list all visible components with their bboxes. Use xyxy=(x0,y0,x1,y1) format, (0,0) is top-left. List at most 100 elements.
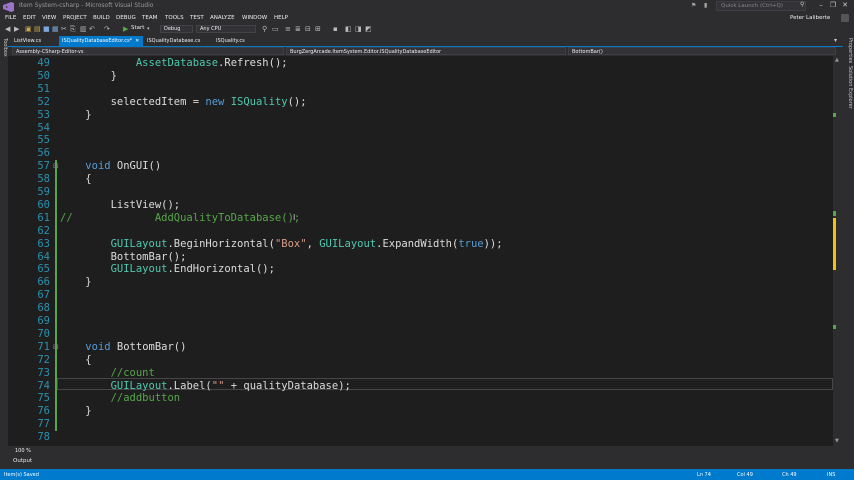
output-tab[interactable]: Output xyxy=(13,458,32,464)
code-line[interactable]: 76 } xyxy=(8,405,833,419)
save-all-icon[interactable]: ▦ xyxy=(52,25,59,33)
toggle-bookmark-icon[interactable]: ▪ xyxy=(333,25,338,33)
menu-debug[interactable]: DEBUG xyxy=(116,15,136,21)
properties-label[interactable]: Properties xyxy=(847,38,853,63)
code-line[interactable]: 63 GUILayout.BeginHorizontal("Box", GUIL… xyxy=(8,237,833,251)
menu-analyze[interactable]: ANALYZE xyxy=(210,15,235,21)
code-line[interactable]: 52 selectedItem = new ISQuality(); xyxy=(8,96,833,109)
notifications-icon[interactable]: ▮ xyxy=(704,2,707,9)
feedback-flag-icon[interactable]: ⚑ xyxy=(691,2,696,9)
code-line[interactable]: 66 } xyxy=(8,276,833,290)
code-line[interactable]: 65 GUILayout.EndHorizontal(); xyxy=(8,263,833,277)
code-text[interactable]: } xyxy=(60,276,91,289)
code-text[interactable]: void OnGUI() xyxy=(60,160,161,173)
code-text[interactable]: GUILayout.EndHorizontal(); xyxy=(60,263,275,276)
code-line[interactable]: 69 xyxy=(8,315,833,328)
code-text[interactable]: } xyxy=(60,405,91,418)
solution-explorer-label[interactable]: Solution Explorer xyxy=(847,66,853,109)
code-text[interactable]: // AddQualityToDatabase(); xyxy=(60,212,300,225)
bookmark-icon[interactable]: ▭ xyxy=(272,25,279,33)
tab-isquality[interactable]: ISQuality.cs xyxy=(213,36,258,46)
prev-bookmark-icon[interactable]: ◧ xyxy=(345,25,352,33)
code-line[interactable]: 54 xyxy=(8,122,833,135)
toolbox-panel-tab[interactable] xyxy=(0,36,8,466)
close-button[interactable]: ✕ xyxy=(840,1,850,9)
close-tab-icon[interactable]: ✕ xyxy=(135,38,139,44)
code-line[interactable]: 70 xyxy=(8,327,833,341)
open-folder-icon[interactable]: ▤ xyxy=(34,25,41,33)
copy-icon[interactable]: ⎘ xyxy=(70,25,76,33)
back-icon[interactable]: ◀ xyxy=(5,25,10,33)
code-text[interactable]: //count xyxy=(60,367,155,380)
outdent-icon[interactable]: ≣ xyxy=(295,25,301,33)
code-line[interactable]: 60 ListView(); xyxy=(8,198,833,212)
code-text[interactable]: GUILayout.Label("" + qualityDatabase); xyxy=(60,380,351,393)
code-line[interactable]: 71 ⊟ void BottomBar() xyxy=(8,340,833,354)
menu-window[interactable]: WINDOW xyxy=(242,15,267,21)
code-line[interactable]: 53 } xyxy=(8,109,833,122)
zoom-level[interactable]: 100 % xyxy=(15,448,31,454)
solution-platform-select[interactable]: Any CPU xyxy=(196,25,256,33)
menu-build[interactable]: BUILD xyxy=(93,15,110,21)
start-dropdown-icon[interactable]: ▾ xyxy=(147,25,150,33)
code-line[interactable]: 77 xyxy=(8,418,833,432)
code-line[interactable]: 56 xyxy=(8,147,833,160)
code-line[interactable]: 62 xyxy=(8,224,833,238)
tab-isqualitydatabase[interactable]: ISQualityDatabase.cs xyxy=(144,36,210,46)
user-name[interactable]: Peter Laliberte xyxy=(790,15,830,21)
menu-view[interactable]: VIEW xyxy=(42,15,56,21)
project-dropdown[interactable]: Assembly-CSharp-Editor-vs xyxy=(12,47,284,55)
scroll-thumb[interactable] xyxy=(833,218,836,270)
code-text[interactable]: selectedItem = new ISQuality(); xyxy=(60,96,307,109)
clear-bookmarks-icon[interactable]: ◩ xyxy=(365,25,372,33)
collapse-icon[interactable]: ⊟ xyxy=(53,341,59,354)
menu-help[interactable]: HELP xyxy=(274,15,288,21)
save-icon[interactable]: ■ xyxy=(43,25,50,33)
member-dropdown[interactable]: BottomBar() xyxy=(568,47,836,55)
horizontal-scrollbar[interactable] xyxy=(8,446,843,456)
forward-icon[interactable]: ▶ xyxy=(14,25,19,33)
collapse-icon[interactable]: ⊟ xyxy=(53,160,59,173)
code-editor[interactable]: 49 AssetDatabase.Refresh(); 50 } 51 52 sele… xyxy=(8,56,833,446)
minimize-button[interactable]: – xyxy=(816,1,826,9)
code-line[interactable]: 58 { xyxy=(8,173,833,187)
code-line[interactable]: 50 } xyxy=(8,70,833,83)
next-bookmark-icon[interactable]: ◨ xyxy=(355,25,362,33)
code-line[interactable]: 49 AssetDatabase.Refresh(); xyxy=(8,57,833,70)
avatar[interactable] xyxy=(841,14,849,22)
solution-config-select[interactable]: Debug xyxy=(160,25,193,33)
code-line[interactable]: 61 // AddQualityToDatabase(); xyxy=(8,211,833,225)
start-icon[interactable]: ▶ xyxy=(123,25,128,33)
menu-edit[interactable]: EDIT xyxy=(23,15,36,21)
code-line[interactable]: 59 xyxy=(8,186,833,199)
tab-listview[interactable]: ListView.cs xyxy=(11,36,58,46)
new-project-icon[interactable]: ▣ xyxy=(25,25,32,33)
code-line[interactable]: 73 //count xyxy=(8,366,833,380)
code-text[interactable]: AssetDatabase.Refresh(); xyxy=(60,57,288,70)
code-line[interactable]: 68 xyxy=(8,302,833,316)
code-text[interactable]: void BottomBar() xyxy=(60,341,186,354)
redo-icon[interactable]: ↷ xyxy=(104,25,110,33)
code-line[interactable]: 78 xyxy=(8,431,833,444)
undo-icon[interactable]: ↶ xyxy=(89,25,95,33)
scroll-down-icon[interactable]: ▼ xyxy=(835,438,839,444)
menu-test[interactable]: TEST xyxy=(190,15,204,21)
code-line[interactable]: 67 xyxy=(8,289,833,303)
class-dropdown[interactable]: BurgZergArcade.ItemSystem.Editor.ISQuali… xyxy=(286,47,566,55)
code-line[interactable]: 55 xyxy=(8,134,833,147)
quick-launch-input[interactable]: Quick Launch (Ctrl+Q) xyxy=(716,1,806,11)
find-icon[interactable]: ⚲ xyxy=(262,25,267,33)
maximize-button[interactable]: ❐ xyxy=(828,1,838,9)
code-line[interactable]: 57 ⊟ void OnGUI() xyxy=(8,160,833,174)
code-line[interactable]: 74 GUILayout.Label("" + qualityDatabase)… xyxy=(8,379,833,393)
menu-project[interactable]: PROJECT xyxy=(63,15,87,21)
code-line[interactable]: 75 //addbutton xyxy=(8,392,833,406)
code-text[interactable]: { xyxy=(60,354,91,367)
tab-isqualitydatabaseeditor[interactable]: ISQualityDatabaseEditor.cs* ✕ xyxy=(59,36,143,46)
code-text[interactable]: ListView(); xyxy=(60,199,181,212)
code-text[interactable]: BottomBar(); xyxy=(60,251,187,264)
scroll-up-icon[interactable]: ▲ xyxy=(835,57,839,63)
menu-team[interactable]: TEAM xyxy=(142,15,157,21)
code-text[interactable]: //addbutton xyxy=(60,392,181,405)
tab-overflow-dropdown-icon[interactable]: ▾ xyxy=(834,37,837,44)
